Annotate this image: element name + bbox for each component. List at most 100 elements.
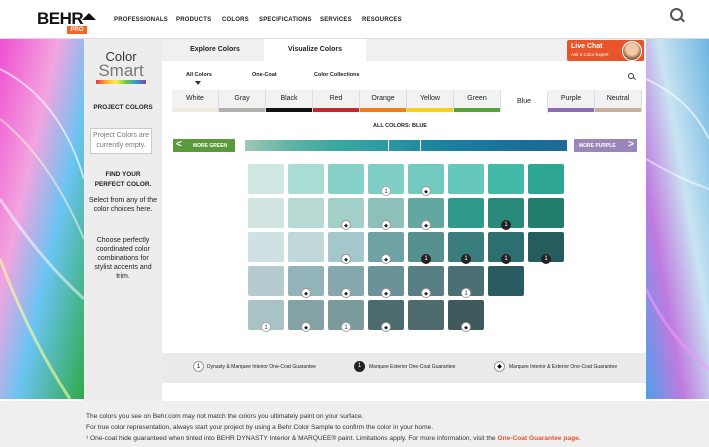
color-swatch[interactable]: ◆ <box>408 266 444 298</box>
family-tab-orange[interactable]: Orange <box>360 90 407 112</box>
nav-professionals[interactable]: PROFESSIONALS <box>114 17 168 23</box>
color-swatch[interactable] <box>528 164 564 194</box>
live-chat-subtitle: Ask a Color Expert <box>571 52 609 57</box>
family-color-stripe <box>595 108 641 112</box>
more-purple-label: MORE PURPLE <box>579 143 616 149</box>
family-tab-label: Black <box>280 95 298 102</box>
color-swatch[interactable]: ◆ <box>328 198 364 230</box>
family-color-stripe <box>313 108 359 112</box>
family-color-stripe <box>266 108 312 112</box>
interior-exterior-badge-icon: ◆ <box>381 220 391 230</box>
one-coat-guarantee-link[interactable]: One-Coat Guarantee page. <box>497 435 580 442</box>
choose-combos-text: Choose perfectly coordinated color combi… <box>94 237 152 280</box>
color-swatch[interactable] <box>248 266 284 296</box>
color-swatch[interactable]: 1 <box>408 232 444 264</box>
search-colors-icon[interactable] <box>628 73 634 79</box>
nav-colors[interactable]: COLORS <box>222 17 249 23</box>
subnav-color-collections[interactable]: Color Collections <box>314 72 360 78</box>
nav-services[interactable]: SERVICES <box>320 17 352 23</box>
exterior-badge-icon: 1 <box>501 220 511 230</box>
color-swatch[interactable] <box>288 232 324 262</box>
interior-exterior-badge-icon: ◆ <box>341 254 351 264</box>
color-swatch[interactable] <box>328 164 364 194</box>
dynasty-badge-icon: 1 <box>341 322 351 332</box>
color-swatch[interactable]: 1 <box>368 164 404 196</box>
exterior-badge-icon: 1 <box>461 254 471 264</box>
color-swatch[interactable]: ◆ <box>448 300 484 332</box>
search-icon[interactable] <box>670 8 683 21</box>
legend-interior-exterior-text: Marquee Interior & Exterior One-Coat Gua… <box>509 364 618 370</box>
family-tab-yellow[interactable]: Yellow <box>407 90 454 112</box>
more-purple-button[interactable]: MORE PURPLE > <box>574 139 637 152</box>
family-tab-black[interactable]: Black <box>266 90 313 112</box>
family-tab-green[interactable]: Green <box>454 90 501 112</box>
interior-exterior-badge-icon: ◆ <box>421 288 431 298</box>
color-swatch[interactable]: ◆ <box>328 266 364 298</box>
color-swatch[interactable] <box>248 164 284 194</box>
family-tab-label: White <box>186 95 204 102</box>
tab-visualize-colors[interactable]: Visualize Colors <box>264 39 366 61</box>
dropdown-caret-icon <box>195 81 201 85</box>
colorsmart-logo: Color Smart <box>96 50 146 84</box>
color-swatch[interactable] <box>448 198 484 228</box>
subnav-all-colors[interactable]: All Colors <box>186 72 212 78</box>
family-tab-label: Gray <box>234 95 250 102</box>
family-tab-neutral[interactable]: Neutral <box>595 90 642 112</box>
color-swatch[interactable] <box>488 266 524 296</box>
family-tab-label: Yellow <box>420 95 440 102</box>
family-color-stripe <box>360 108 406 112</box>
subnav-one-coat[interactable]: One-Coat <box>252 72 277 78</box>
interior-exterior-badge-icon: ◆ <box>421 186 431 196</box>
nav-specifications[interactable]: SPECIFICATIONS <box>259 17 312 23</box>
color-swatch[interactable] <box>528 198 564 228</box>
interior-exterior-badge-icon: ◆ <box>381 322 391 332</box>
color-swatch[interactable]: ◆ <box>408 198 444 230</box>
interior-exterior-badge-icon: ◆ <box>461 322 471 332</box>
find-color-heading: FIND YOUR PERFECT COLOR. <box>94 171 152 188</box>
color-swatch[interactable] <box>248 198 284 228</box>
color-swatch[interactable]: 1 <box>448 232 484 264</box>
left-sidebar <box>84 39 162 401</box>
dynasty-guarantee-icon: 1 <box>193 361 204 372</box>
color-swatch[interactable] <box>448 164 484 194</box>
color-swatch[interactable]: ◆ <box>328 232 364 264</box>
color-swatch[interactable]: ◆ <box>368 300 404 332</box>
family-tab-gray[interactable]: Gray <box>219 90 266 112</box>
color-swatch[interactable]: ◆ <box>368 266 404 298</box>
color-swatch[interactable] <box>288 164 324 194</box>
legend-dynasty-text: Dynasty & Marquee Interior One-Coat Guar… <box>207 364 316 370</box>
behr-pro-logo[interactable]: BEHR PRO <box>37 9 96 34</box>
find-color-text: Select from any of the color choices her… <box>88 197 158 213</box>
color-swatch[interactable]: 1 <box>248 300 284 332</box>
family-tab-red[interactable]: Red <box>313 90 360 112</box>
color-swatch[interactable] <box>488 164 524 194</box>
color-swatch[interactable]: ◆ <box>368 232 404 264</box>
family-tab-white[interactable]: White <box>172 90 219 112</box>
family-tab-purple[interactable]: Purple <box>548 90 595 112</box>
color-swatch[interactable] <box>248 232 284 262</box>
color-swatch[interactable]: 1 <box>328 300 364 332</box>
nav-resources[interactable]: RESOURCES <box>362 17 402 23</box>
live-chat-button[interactable]: Live Chat Ask a Color Expert <box>567 40 644 61</box>
logo-pro-badge: PRO <box>67 26 87 34</box>
spectrum-selection-handle[interactable] <box>388 139 421 152</box>
footer-line-3-text: ¹ One-coat hide guaranteed when tinted i… <box>86 435 496 442</box>
family-color-stripe <box>172 108 218 112</box>
color-swatch[interactable]: ◆ <box>288 300 324 332</box>
color-swatch[interactable] <box>288 198 324 228</box>
color-swatch[interactable]: 1 <box>448 266 484 298</box>
tab-explore-colors[interactable]: Explore Colors <box>170 39 260 61</box>
dynasty-badge-icon: 1 <box>261 322 271 332</box>
colorsmart-word-smart: Smart <box>98 61 144 80</box>
nav-products[interactable]: PRODUCTS <box>176 17 211 23</box>
color-expert-avatar <box>622 41 642 61</box>
family-tab-blue[interactable]: Blue <box>501 92 548 114</box>
color-swatch[interactable]: ◆ <box>368 198 404 230</box>
color-swatch[interactable]: 1 <box>488 232 524 264</box>
color-swatch[interactable] <box>408 300 444 330</box>
color-swatch[interactable]: 1 <box>488 198 524 230</box>
more-green-button[interactable]: < MORE GREEN <box>173 139 235 152</box>
color-swatch[interactable]: ◆ <box>288 266 324 298</box>
color-swatch[interactable]: 1 <box>528 232 564 264</box>
color-swatch[interactable]: ◆ <box>408 164 444 196</box>
